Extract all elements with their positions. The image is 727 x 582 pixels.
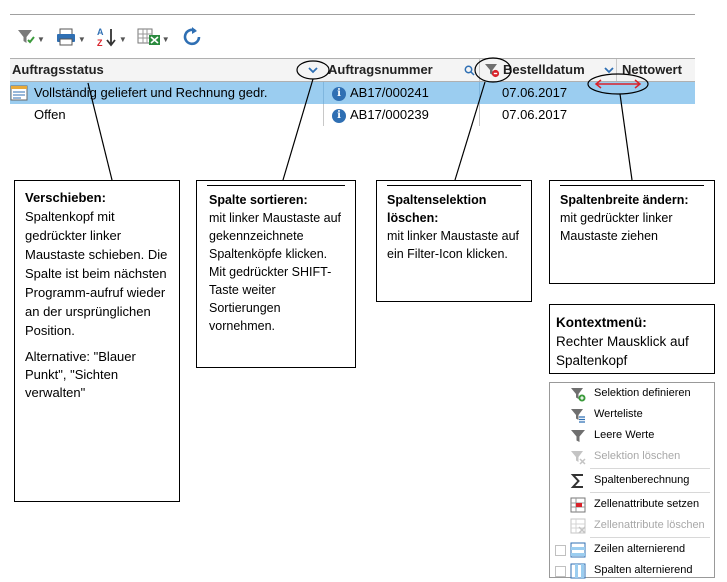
filter-icon bbox=[18, 30, 35, 44]
filter-clear-icon bbox=[571, 451, 586, 465]
menu-item-spalten-alternierend[interactable]: Spalten alternierend bbox=[550, 560, 714, 581]
menu-item-label: Spalten alternierend bbox=[594, 564, 693, 576]
filter-list-icon bbox=[571, 409, 585, 423]
chevron-down-icon: ▼ bbox=[118, 34, 127, 44]
context-menu: Selektion definieren Werteliste Leere We… bbox=[549, 382, 715, 581]
svg-text:Z: Z bbox=[97, 38, 103, 48]
menu-item-spaltenberechnung[interactable]: Spaltenberechnung bbox=[550, 470, 714, 491]
document-icon bbox=[10, 85, 28, 101]
checkbox[interactable] bbox=[555, 566, 566, 577]
callout-title: Kontextmenü: bbox=[556, 315, 647, 330]
menu-item-leere-werte[interactable]: Leere Werte bbox=[550, 425, 714, 446]
table-row[interactable]: Offen i AB17/000239 07.06.2017 bbox=[10, 104, 695, 126]
callout-body: Rechter Mausklick auf Spaltenkopf bbox=[556, 334, 689, 368]
top-divider bbox=[10, 14, 695, 15]
menu-item-zellenattribute-setzen[interactable]: Zellenattribute setzen bbox=[550, 494, 714, 515]
date-cell: 07.06.2017 bbox=[502, 107, 568, 122]
menu-item-label: Zeilen alternierend bbox=[594, 543, 686, 555]
order-number-cell: i AB17/000239 bbox=[332, 104, 429, 126]
refresh-icon bbox=[183, 27, 200, 46]
column-divider[interactable] bbox=[479, 59, 480, 81]
menu-item-label: Leere Werte bbox=[594, 429, 655, 441]
chevron-down-icon: ▼ bbox=[37, 34, 45, 44]
callout-body: mit linker Maustaste auf gekennzeichnete… bbox=[209, 211, 341, 333]
sort-az-icon: A Z bbox=[97, 27, 116, 48]
callout-title: Spalte sortieren: bbox=[209, 193, 308, 207]
callout-sort: Spalte sortieren: mit linker Maustaste a… bbox=[196, 180, 356, 368]
rows-alternate-icon bbox=[570, 542, 586, 558]
menu-item-werteliste[interactable]: Werteliste bbox=[550, 404, 714, 425]
cell-attributes-clear-icon bbox=[570, 518, 586, 534]
search-icon[interactable] bbox=[464, 65, 475, 76]
callout-title: Verschieben: bbox=[25, 190, 106, 205]
callout-body: mit gedrückter linker Maustaste ziehen bbox=[560, 211, 673, 243]
checkbox[interactable] bbox=[555, 545, 566, 556]
callout-alternative: Alternative: "Blauer Punkt", "Sichten ve… bbox=[25, 349, 136, 400]
callout-context-menu: Kontextmenü: Rechter Mausklick auf Spalt… bbox=[549, 304, 715, 374]
info-icon[interactable]: i bbox=[332, 108, 346, 123]
callout-filter-clear: Spaltenselektion löschen: mit linker Mau… bbox=[376, 180, 532, 302]
chevron-down-icon: ▼ bbox=[161, 34, 170, 44]
column-divider bbox=[479, 82, 480, 104]
filter-icon bbox=[571, 430, 585, 442]
menu-separator bbox=[590, 537, 710, 538]
columns-alternate-icon bbox=[570, 563, 586, 579]
sort-chevron-icon[interactable] bbox=[307, 64, 319, 76]
print-icon bbox=[56, 28, 75, 46]
menu-separator bbox=[590, 468, 710, 469]
excel-export-icon bbox=[137, 28, 160, 45]
menu-item-label: Selektion definieren bbox=[594, 387, 691, 399]
menu-item-label: Zellenattribute setzen bbox=[594, 498, 700, 510]
grid-header: Auftragsstatus Auftragsnummer Bestelldat… bbox=[10, 58, 695, 82]
export-button[interactable]: ▼ bbox=[135, 24, 172, 50]
column-header-nettowert[interactable]: Nettowert bbox=[622, 59, 682, 81]
filter-add-icon bbox=[571, 388, 586, 402]
callout-move: Verschieben: Spaltenkopf mit gedrückter … bbox=[14, 180, 180, 502]
callout-body: mit linker Maustaste auf ein Filter-Icon… bbox=[387, 229, 519, 261]
chevron-down-icon: ▼ bbox=[77, 34, 86, 44]
menu-item-label: Werteliste bbox=[594, 408, 643, 420]
menu-item-label: Selektion löschen bbox=[594, 450, 681, 462]
menu-item-zeilen-alternierend[interactable]: Zeilen alternierend bbox=[550, 539, 714, 560]
toolbar: ▼ ▼ A Z ▼ ▼ bbox=[14, 22, 206, 52]
callout-title: Spaltenselektion löschen: bbox=[387, 193, 487, 225]
callout-body: Spaltenkopf mit gedrückter linker Mausta… bbox=[25, 209, 168, 338]
callout-title: Spaltenbreite ändern: bbox=[560, 193, 689, 207]
filter-clear-icon[interactable] bbox=[484, 62, 500, 78]
menu-separator bbox=[590, 492, 710, 493]
menu-item-zellenattribute-loeschen: Zellenattribute löschen bbox=[550, 515, 714, 536]
cell-attributes-icon bbox=[570, 497, 586, 513]
date-cell: 07.06.2017 bbox=[502, 85, 568, 100]
print-button[interactable]: ▼ bbox=[53, 24, 88, 50]
order-grid: Auftragsstatus Auftragsnummer Bestelldat… bbox=[10, 58, 695, 126]
column-header-auftragsnummer[interactable]: Auftragsnummer bbox=[328, 59, 433, 81]
column-divider bbox=[323, 82, 324, 104]
order-number-cell: i AB17/000241 bbox=[332, 82, 429, 104]
sort-button[interactable]: A Z ▼ bbox=[94, 24, 129, 50]
table-row[interactable]: Vollständig geliefert und Rechnung gedr.… bbox=[10, 82, 695, 104]
filter-button[interactable]: ▼ bbox=[14, 24, 47, 50]
menu-item-selektion-definieren[interactable]: Selektion definieren bbox=[550, 383, 714, 404]
column-header-auftragsstatus[interactable]: Auftragsstatus bbox=[12, 59, 104, 81]
refresh-button[interactable] bbox=[178, 24, 206, 50]
sum-icon bbox=[570, 474, 583, 488]
status-cell: Vollständig geliefert und Rechnung gedr. bbox=[34, 85, 268, 100]
menu-item-label: Zellenattribute löschen bbox=[594, 519, 705, 531]
column-divider bbox=[479, 104, 480, 126]
info-icon[interactable]: i bbox=[332, 86, 346, 101]
callout-column-width: Spaltenbreite ändern: mit gedrückter lin… bbox=[549, 180, 715, 284]
column-header-bestelldatum[interactable]: Bestelldatum bbox=[503, 59, 585, 81]
menu-item-label: Spaltenberechnung bbox=[594, 474, 690, 486]
sort-chevron-icon[interactable] bbox=[603, 64, 615, 76]
column-divider bbox=[323, 104, 324, 126]
svg-text:A: A bbox=[97, 27, 104, 37]
menu-item-selektion-loeschen: Selektion löschen bbox=[550, 446, 714, 467]
column-divider[interactable] bbox=[616, 59, 617, 81]
status-cell: Offen bbox=[34, 107, 66, 122]
